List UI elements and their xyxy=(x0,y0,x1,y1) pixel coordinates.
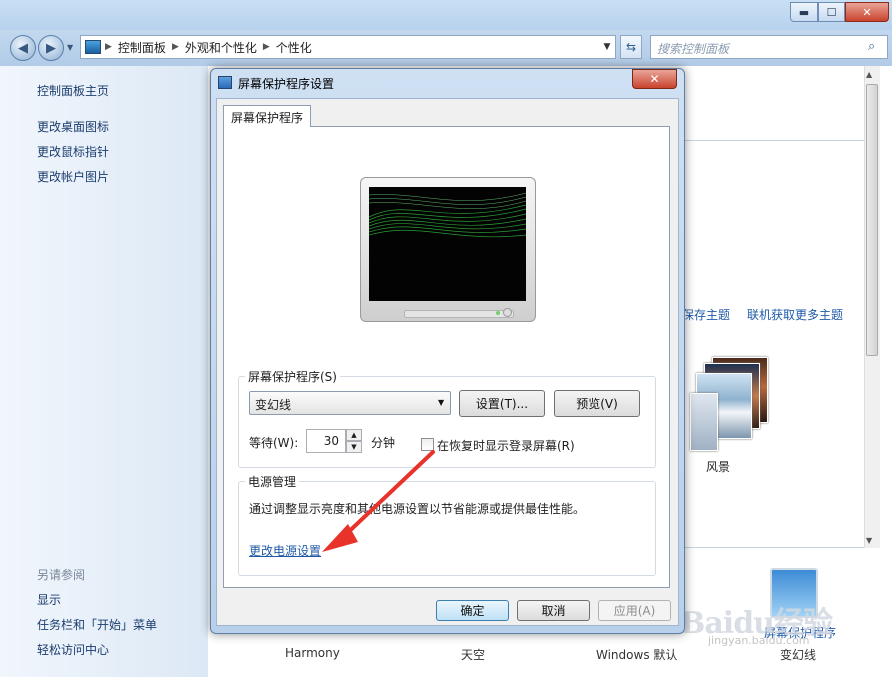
back-arrow-icon: ◀ xyxy=(18,40,28,56)
taskbar-start-menu-link[interactable]: 任务栏和「开始」菜单 xyxy=(37,616,157,633)
cancel-button[interactable]: 取消 xyxy=(517,600,590,621)
theme-harmony-label[interactable]: Harmony xyxy=(285,646,340,660)
baidu-watermark-url: jingyan.baidu.com xyxy=(708,634,810,647)
settings-button[interactable]: 设置(T)... xyxy=(459,390,545,417)
ease-of-access-link[interactable]: 轻松访问中心 xyxy=(37,641,109,658)
theme-windows-default-label[interactable]: Windows 默认 xyxy=(596,646,677,663)
scroll-up-icon[interactable]: ▲ xyxy=(866,70,872,79)
search-icon[interactable]: ⌕ xyxy=(868,39,875,54)
breadcrumb-personalization[interactable]: 个性化 xyxy=(270,39,318,56)
theme-sky-label[interactable]: 天空 xyxy=(461,646,485,663)
dialog-close-button[interactable]: ✕ xyxy=(632,69,677,89)
wait-label: 等待(W): xyxy=(249,436,299,450)
apply-button[interactable]: 应用(A) xyxy=(598,600,671,621)
breadcrumb-control-panel[interactable]: 控制面板 xyxy=(112,39,172,56)
preview-button[interactable]: 预览(V) xyxy=(554,390,640,417)
scroll-down-icon[interactable]: ▼ xyxy=(866,536,872,545)
refresh-icon: ⇆ xyxy=(625,40,637,54)
breadcrumb-separator-icon: ▶ xyxy=(171,42,179,52)
forward-button[interactable]: ▶ xyxy=(38,35,64,61)
screensaver-group-label: 屏幕保护程序(S) xyxy=(245,368,340,385)
window-titlebar xyxy=(0,0,892,30)
history-dropdown-icon[interactable]: ▼ xyxy=(67,43,73,52)
screensaver-preview-screen xyxy=(369,187,526,301)
address-bar[interactable]: ▶ 控制面板 ▶ 外观和个性化 ▶ 个性化 xyxy=(80,35,616,59)
power-led-icon xyxy=(496,311,500,315)
see-also-heading: 另请参阅 xyxy=(37,568,86,582)
theme-list-box xyxy=(680,140,867,548)
chevron-down-icon[interactable]: ▼ xyxy=(438,398,444,407)
dialog-title: 屏幕保护程序设置 xyxy=(238,77,335,91)
breadcrumb-separator-icon: ▶ xyxy=(262,42,270,52)
dialog-monitor-icon xyxy=(218,76,232,89)
power-button-icon xyxy=(503,308,512,317)
ok-button[interactable]: 确定 xyxy=(436,600,509,621)
search-input[interactable]: 搜索控制面板 xyxy=(650,35,888,59)
annotation-arrow-icon xyxy=(322,450,435,552)
ribbons-preview-graphic xyxy=(369,192,526,238)
scrollbar-thumb[interactable] xyxy=(866,84,878,356)
change-desktop-icons-link[interactable]: 更改桌面图标 xyxy=(37,118,109,135)
forward-arrow-icon: ▶ xyxy=(46,40,56,56)
control-panel-icon xyxy=(85,40,101,54)
address-dropdown-icon[interactable]: ▼ xyxy=(598,36,616,58)
save-theme-link[interactable]: 保存主题 xyxy=(682,306,730,323)
window-close-button[interactable]: ✕ xyxy=(845,2,889,22)
screensaver-select[interactable]: 变幻线 xyxy=(249,391,451,415)
back-button[interactable]: ◀ xyxy=(10,35,36,61)
display-link[interactable]: 显示 xyxy=(37,591,61,608)
breadcrumb-appearance[interactable]: 外观和个性化 xyxy=(179,39,263,56)
screensaver-name-label: 变幻线 xyxy=(780,648,817,662)
change-mouse-pointers-link[interactable]: 更改鼠标指针 xyxy=(37,143,109,160)
spin-up-icon[interactable]: ▲ xyxy=(346,429,362,441)
control-panel-home-link[interactable]: 控制面板主页 xyxy=(37,82,109,99)
minimize-button[interactable]: ▬ xyxy=(790,2,818,22)
resume-logon-label[interactable]: 在恢复时显示登录屏幕(R) xyxy=(437,437,575,454)
maximize-button[interactable]: ☐ xyxy=(818,2,845,22)
landscape-theme-label: 风景 xyxy=(706,460,731,474)
landscape-theme-thumbnail[interactable] xyxy=(690,355,770,451)
power-group-label: 电源管理 xyxy=(245,473,300,490)
change-account-picture-link[interactable]: 更改帐户图片 xyxy=(37,168,109,185)
tab-screensaver[interactable]: 屏幕保护程序 xyxy=(223,105,311,127)
get-more-themes-link[interactable]: 联机获取更多主题 xyxy=(747,306,843,323)
refresh-button[interactable]: ⇆ xyxy=(620,35,642,59)
breadcrumb-separator-icon: ▶ xyxy=(105,42,112,52)
